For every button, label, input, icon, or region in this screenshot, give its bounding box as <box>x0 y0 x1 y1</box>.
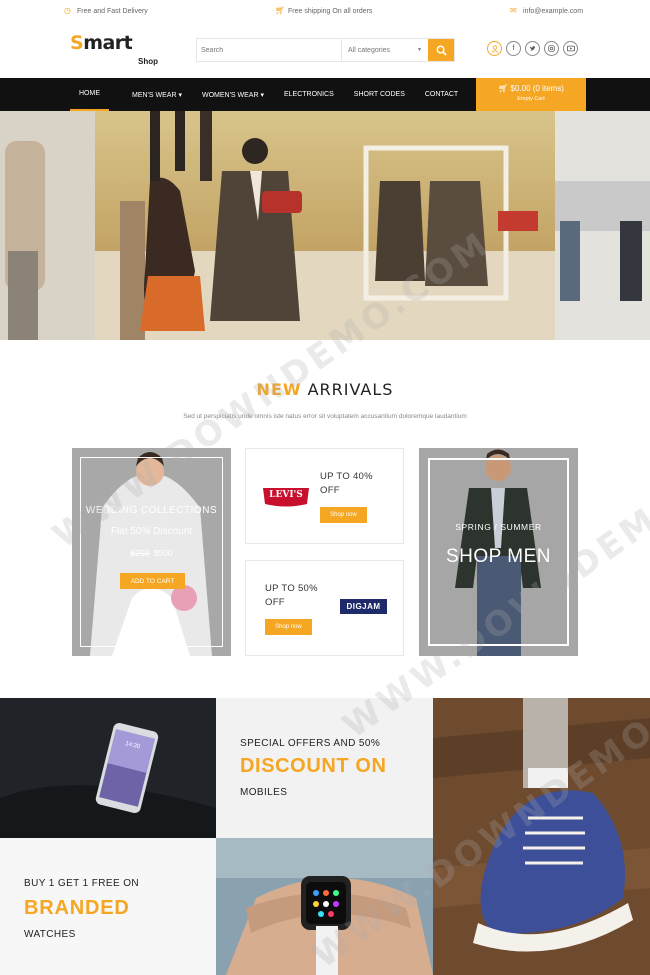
watch-offer-highlight: BRANDED <box>24 897 130 919</box>
email-info[interactable]: ✉ info@example.com <box>510 7 583 15</box>
cart-button[interactable]: 🛒︎ $0.00 (0 items) Empty Cart <box>476 78 586 111</box>
smartwatch-image <box>216 838 433 975</box>
category-select[interactable]: All categories ▼ <box>342 39 428 61</box>
levis-offer-text: UP TO 40% OFF <box>320 471 373 496</box>
wedding-price: $250 $500 <box>72 548 231 558</box>
digjam-offer-text: UP TO 50% OFF <box>265 583 318 608</box>
hero-banner[interactable] <box>0 111 650 340</box>
nav-item-womens-wear[interactable]: WOMEN'S WEAR ▾ <box>193 78 273 111</box>
top-bar: ◷ Free and Fast Delivery 🛒︎ Free shippin… <box>0 0 650 24</box>
logo-text: Smart <box>70 32 133 54</box>
category-select-value: All categories <box>348 46 391 54</box>
wedding-title: WEDDING COLLECTIONS <box>85 505 218 516</box>
new-price: $500 <box>153 548 173 558</box>
section-title: NEW ARRIVALS <box>0 380 650 399</box>
cart-icon: 🛒︎ <box>498 84 511 93</box>
user-icon[interactable] <box>487 41 502 56</box>
levis-shop-now-button[interactable]: Shop now <box>320 507 367 523</box>
season-label: SPRING / SUMMER <box>455 522 542 532</box>
watch-offer-line3: WATCHES <box>24 929 76 940</box>
add-to-cart-button[interactable]: ADD TO CART <box>120 573 185 589</box>
nav-item-mens-wear[interactable]: MEN'S WEAR ▾ <box>123 78 191 111</box>
search-bar: All categories ▼ <box>196 38 455 62</box>
instagram-icon[interactable] <box>544 41 559 56</box>
watch-offer-panel: BUY 1 GET 1 FREE ON BRANDED WATCHES <box>0 838 216 975</box>
watch-offer-line1: BUY 1 GET 1 FREE ON <box>24 878 140 889</box>
phone-image: 14:30 <box>0 698 216 838</box>
mobile-offer-line1: SPECIAL OFFERS AND 50% <box>240 738 381 749</box>
hero-image <box>0 111 650 340</box>
sneaker-image <box>433 698 650 975</box>
facebook-icon[interactable]: f <box>506 41 521 56</box>
search-icon <box>436 45 447 56</box>
wedding-card[interactable]: WEDDING COLLECTIONS Flat 50% Discount $2… <box>72 448 231 656</box>
cart-amount: 🛒︎ $0.00 (0 items) <box>498 84 564 93</box>
watch-promo-image[interactable] <box>216 838 433 975</box>
search-input[interactable] <box>197 39 342 61</box>
title-rest: ARRIVALS <box>307 380 394 399</box>
digjam-shop-now-button[interactable]: Shop now <box>265 619 312 635</box>
shipping-info: 🛒︎ Free shipping On all orders <box>275 7 372 15</box>
wedding-discount: Flat 50% Discount <box>110 526 193 537</box>
main-nav: HOME MEN'S WEAR ▾ WOMEN'S WEAR ▾ ELECTRO… <box>0 78 650 111</box>
levis-logo: LEVI'S <box>263 486 309 507</box>
nav-item-contact[interactable]: CONTACT <box>416 78 467 111</box>
shop-men-card[interactable]: SPRING / SUMMER SHOP MEN <box>419 448 578 656</box>
nav-item-short-codes[interactable]: SHORT CODES <box>345 78 414 111</box>
digjam-logo: DIGJAM <box>340 599 387 614</box>
twitter-icon[interactable] <box>525 41 540 56</box>
header: Smart Shop All categories ▼ f <box>0 24 650 78</box>
title-highlight: NEW <box>256 380 302 399</box>
mobile-offer-line3: MOBILES <box>240 787 288 798</box>
cart-icon: 🛒︎ <box>275 6 286 15</box>
logo-subtext: Shop <box>138 57 158 66</box>
shoe-promo-image[interactable] <box>433 698 650 975</box>
nav-item-home[interactable]: HOME <box>70 78 109 111</box>
nav-links: HOME MEN'S WEAR ▾ WOMEN'S WEAR ▾ ELECTRO… <box>70 78 467 111</box>
mail-icon: ✉ <box>510 6 517 15</box>
shop-men-title: SHOP MEN <box>445 546 551 567</box>
mobile-promo-image[interactable]: 14:30 <box>0 698 216 838</box>
shipping-text: Free shipping On all orders <box>288 7 373 15</box>
levis-offer-card[interactable]: LEVI'S UP TO 40% OFF Shop now <box>245 448 404 544</box>
chevron-down-icon: ▼ <box>417 47 422 53</box>
delivery-text: Free and Fast Delivery <box>77 7 148 15</box>
digjam-offer-card[interactable]: UP TO 50% OFF Shop now DIGJAM <box>245 560 404 656</box>
logo[interactable]: Smart Shop <box>70 32 160 72</box>
email-link[interactable]: info@example.com <box>523 8 583 15</box>
social-links: f <box>487 41 578 56</box>
nav-item-electronics[interactable]: ELECTRONICS <box>275 78 343 111</box>
old-price: $250 <box>130 548 150 558</box>
youtube-icon[interactable] <box>563 41 578 56</box>
search-button[interactable] <box>428 39 454 61</box>
mobile-offer-panel: SPECIAL OFFERS AND 50% DISCOUNT ON MOBIL… <box>216 698 433 838</box>
empty-cart-link[interactable]: Empty Cart <box>476 96 586 102</box>
mobile-offer-highlight: DISCOUNT ON <box>240 755 387 777</box>
clock-icon: ◷ <box>64 6 71 15</box>
delivery-info: ◷ Free and Fast Delivery <box>64 7 148 15</box>
section-subtitle: Sed ut perspiciatis unde omnis iste natu… <box>183 413 467 420</box>
